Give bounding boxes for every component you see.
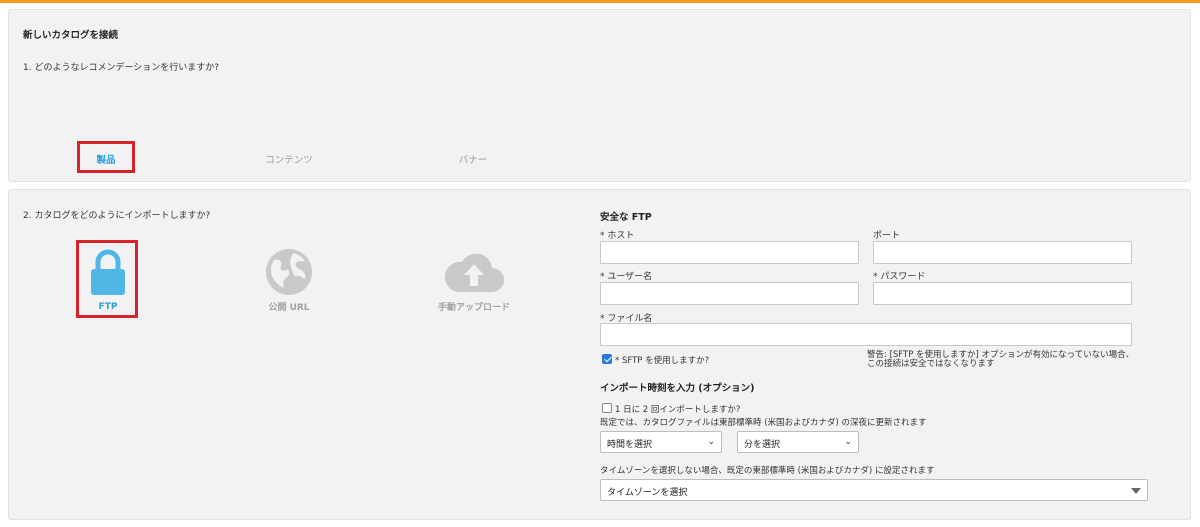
import-time-title: インポート時刻を入力 (オプション) (600, 383, 755, 394)
globe-icon (266, 249, 312, 295)
username-input[interactable] (600, 282, 859, 305)
twice-daily-checkbox[interactable] (602, 403, 612, 413)
hour-select-value: 時間を選択 (607, 440, 653, 450)
minute-select[interactable]: 分を選択 ⌄ (737, 431, 859, 453)
method-manual-upload-label: 手動アップロード (437, 303, 510, 313)
twice-daily-label: 1 日に 2 回インポートしますか? (615, 405, 741, 415)
caret-down-icon (1131, 488, 1141, 494)
password-label: * パスワード (873, 272, 926, 282)
chevron-down-icon: ⌄ (707, 437, 715, 447)
top-accent-bar (0, 0, 1200, 3)
secure-ftp-title: 安全な FTP (600, 212, 652, 223)
tab-banner[interactable]: バナー (443, 152, 503, 166)
timezone-select-value: タイムゾーンを選択 (607, 488, 688, 498)
timezone-note: タイムゾーンを選択しない場合、既定の東部標準時 (米国およびカナダ) に設定され… (600, 466, 935, 476)
default-schedule-note: 既定では、カタログファイルは東部標準時 (米国およびカナダ) の深夜に更新されま… (600, 418, 927, 428)
method-public-url[interactable]: 公開 URL (257, 245, 321, 313)
cloud-upload-icon (444, 253, 504, 292)
chevron-down-icon: ⌄ (844, 437, 852, 447)
password-input[interactable] (873, 282, 1132, 305)
import-method-panel: 2. カタログをどのようにインポートしますか? FTP 公開 URL 手動アップ… (8, 189, 1191, 520)
sftp-warning: 警告: [SFTP を使用しますか] オプションが有効になっていない場合、この接… (867, 350, 1135, 369)
import-question: 2. カタログをどのようにインポートしますか? (23, 211, 211, 221)
highlight-box-ftp (76, 240, 138, 318)
method-manual-upload[interactable]: 手動アップロード (419, 245, 529, 313)
host-label: * ホスト (600, 231, 635, 241)
recommendation-question: 1. どのようなレコメンデーションを行いますか? (23, 63, 220, 73)
port-input[interactable] (873, 241, 1132, 264)
highlight-box-products (77, 141, 135, 173)
host-input[interactable] (600, 241, 859, 264)
sftp-checkbox[interactable] (602, 354, 612, 364)
page-heading: 新しいカタログを接続 (23, 30, 119, 41)
tab-content[interactable]: コンテンツ (254, 152, 324, 166)
minute-select-value: 分を選択 (744, 440, 781, 450)
username-label: * ユーザー名 (600, 272, 653, 282)
port-label: ポート (873, 231, 901, 241)
filename-input[interactable] (600, 323, 1132, 346)
timezone-select[interactable]: タイムゾーンを選択 (600, 479, 1148, 501)
sftp-label: * SFTP を使用しますか? (615, 356, 710, 366)
hour-select[interactable]: 時間を選択 ⌄ (600, 431, 722, 453)
recommendation-type-panel: 新しいカタログを接続 1. どのようなレコメンデーションを行いますか? 製品 コ… (8, 9, 1191, 182)
method-public-url-label: 公開 URL (268, 303, 310, 313)
